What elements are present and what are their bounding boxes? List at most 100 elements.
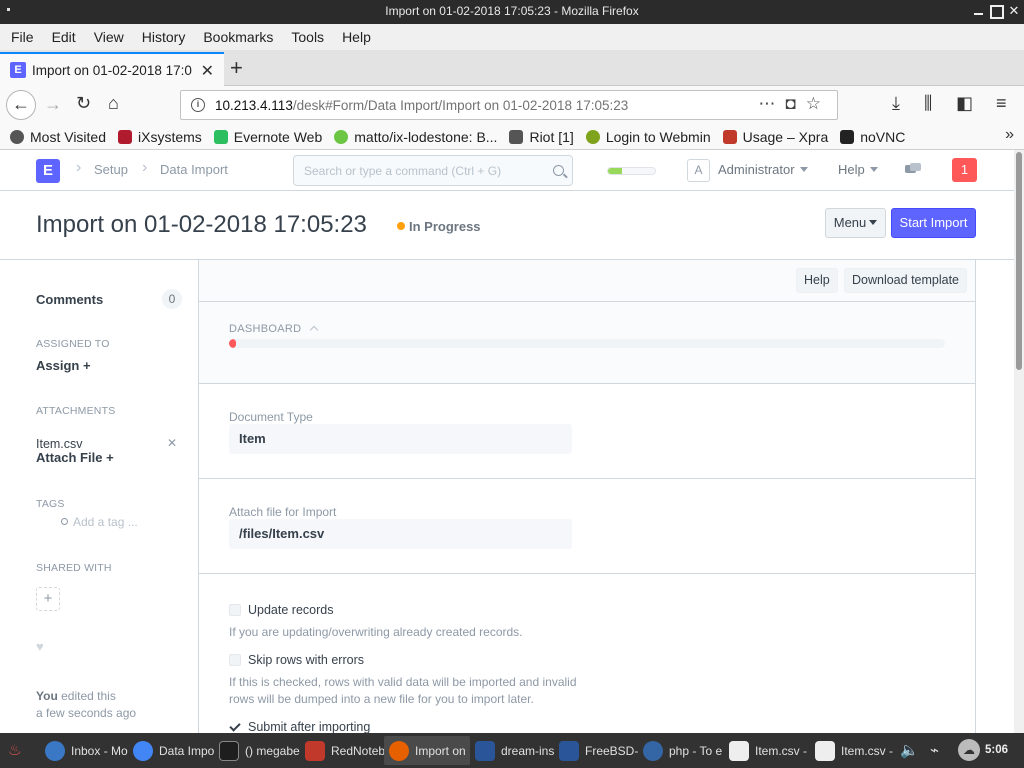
bookmark-most-visited[interactable]: Most Visited <box>10 129 106 145</box>
taskbar-item-php[interactable]: php - To e <box>638 736 724 765</box>
notification-badge[interactable]: 1 <box>952 158 977 182</box>
menu-view[interactable]: View <box>87 29 131 45</box>
start-menu-icon[interactable]: ♨ <box>8 733 21 768</box>
bookmark-github[interactable]: matto/ix-lodestone: B... <box>334 129 497 145</box>
edit-time: a few seconds ago <box>36 706 137 720</box>
minimize-icon[interactable] <box>972 4 986 18</box>
caret-down-icon <box>869 220 878 225</box>
add-share-button[interactable]: + <box>36 587 60 611</box>
help-dropdown[interactable]: Help <box>838 162 878 177</box>
tab-close-icon[interactable]: ✕ <box>201 61 214 81</box>
back-icon[interactable]: ← <box>6 90 36 120</box>
taskbar-item-document-1[interactable]: dream-ins <box>470 736 554 765</box>
remove-attachment-icon[interactable]: ✕ <box>167 436 177 450</box>
skip-rows-checkbox[interactable]: Skip rows with errors <box>229 653 364 667</box>
taskbar-item-chromium[interactable]: Data Impo <box>128 736 214 765</box>
taskbar-item-firefox[interactable]: Import on <box>384 736 470 765</box>
breadcrumb-setup[interactable]: Setup <box>94 162 128 177</box>
novnc-icon <box>840 129 855 144</box>
bookmark-novnc[interactable]: noVNC <box>840 129 905 145</box>
add-tag-input[interactable]: Add a tag ... <box>61 515 138 529</box>
breadcrumb-data-import[interactable]: Data Import <box>160 162 228 177</box>
taskbar-item-document-2[interactable]: FreeBSD-E <box>554 736 638 765</box>
bookmarks-overflow-icon[interactable]: » <box>1005 126 1014 144</box>
attach-file-button[interactable]: Attach File + <box>36 450 114 465</box>
menu-button[interactable]: Menu <box>825 208 886 238</box>
close-window-icon[interactable]: ✕ <box>1007 4 1021 18</box>
bookmark-xpra[interactable]: Usage – Xpra <box>722 129 828 145</box>
taskbar-item-rednotebook[interactable]: RedNoteb <box>300 736 384 765</box>
comments-link[interactable]: Comments <box>36 292 103 307</box>
taskbar-item-terminal[interactable]: () megabe <box>214 736 300 765</box>
heart-icon[interactable]: ♥ <box>36 639 44 654</box>
hamburger-menu-icon[interactable]: ≡ <box>996 93 1007 114</box>
search-icon <box>553 165 564 176</box>
window-titlebar: Import on 01-02-2018 17:05:23 - Mozilla … <box>0 0 1024 24</box>
downloads-icon[interactable]: ⤓ <box>892 93 900 114</box>
cloud-sync-icon[interactable]: ☁ <box>958 739 980 761</box>
page-actions-icon[interactable]: ⋯ <box>758 94 785 113</box>
bookmark-evernote[interactable]: Evernote Web <box>213 129 322 145</box>
reload-icon[interactable]: ↻ <box>76 93 91 114</box>
chat-icon[interactable] <box>905 163 921 177</box>
tab-strip: E Import on 01-02-2018 17:0 ✕ + <box>0 50 1024 86</box>
dashboard-toggle[interactable]: DASHBOARD <box>229 323 319 335</box>
edit-user: You <box>36 689 58 703</box>
app-logo[interactable]: E <box>36 159 60 183</box>
document-type-field[interactable]: Item <box>229 424 572 454</box>
home-icon[interactable]: ⌂ <box>108 93 119 114</box>
attachment-link[interactable]: Item.csv <box>36 437 83 451</box>
attach-file-field[interactable]: /files/Item.csv <box>229 519 572 549</box>
menu-bookmarks[interactable]: Bookmarks <box>196 29 280 45</box>
site-info-icon[interactable]: i <box>191 98 205 112</box>
bookmark-riot[interactable]: Riot [1] <box>509 129 574 145</box>
taskbar-item-item-csv-2[interactable]: Item.csv - <box>810 736 896 765</box>
update-records-checkbox[interactable]: Update records <box>229 603 333 617</box>
start-import-button[interactable]: Start Import <box>891 208 976 238</box>
user-dropdown[interactable]: Administrator <box>718 162 808 177</box>
taskbar-item-inbox[interactable]: Inbox - Mo <box>40 736 128 765</box>
url-bar[interactable]: i 10.213.4.113/desk#Form/Data Import/Imp… <box>180 90 838 120</box>
window-menu-icon[interactable] <box>7 8 10 11</box>
bookmark-webmin[interactable]: Login to Webmin <box>585 129 711 145</box>
pocket-icon[interactable]: ◘ <box>785 94 805 113</box>
download-template-button[interactable]: Download template <box>844 268 968 293</box>
volume-icon[interactable]: 🔈 <box>900 733 919 768</box>
network-icon[interactable]: ⌁ <box>930 733 939 768</box>
new-tab-icon[interactable]: + <box>230 55 243 81</box>
forward-icon[interactable]: → <box>44 94 62 115</box>
menu-edit[interactable]: Edit <box>45 29 83 45</box>
checkbox-icon <box>229 604 241 616</box>
chevron-up-icon <box>310 325 319 335</box>
avatar[interactable]: A <box>687 159 710 182</box>
menu-help[interactable]: Help <box>335 29 378 45</box>
menu-file[interactable]: File <box>4 29 41 45</box>
sidebar-toggle-icon[interactable]: ◧ <box>956 93 973 114</box>
last-edit-info: You edited this a few seconds ago <box>36 688 136 722</box>
chevron-right-icon: › <box>76 159 82 176</box>
help-button[interactable]: Help <box>796 268 838 293</box>
page-scrollbar[interactable] <box>1014 150 1024 733</box>
assign-button[interactable]: Assign + <box>36 358 91 373</box>
browser-tab[interactable]: E Import on 01-02-2018 17:0 ✕ <box>0 52 224 86</box>
document-icon <box>559 740 579 761</box>
window-title: Import on 01-02-2018 17:05:23 - Mozilla … <box>385 4 639 18</box>
page-title: Import on 01-02-2018 17:05:23 <box>36 211 367 238</box>
rednotebook-icon <box>305 740 325 761</box>
webmin-icon <box>585 129 600 144</box>
library-icon[interactable]: ⫼ <box>924 93 932 114</box>
chevron-right-icon: › <box>142 159 148 176</box>
maximize-icon[interactable] <box>989 4 1004 19</box>
awesome-bar-search[interactable]: Search or type a command (Ctrl + G) <box>293 155 573 186</box>
url-text[interactable]: 10.213.4.113/desk#Form/Data Import/Impor… <box>215 98 628 113</box>
menu-tools[interactable]: Tools <box>284 29 331 45</box>
menu-history[interactable]: History <box>135 29 193 45</box>
scrollbar-thumb[interactable] <box>1016 152 1022 370</box>
bookmark-ixsystems[interactable]: iXsystems <box>118 129 202 145</box>
navigation-toolbar: ← → ↻ ⌂ i 10.213.4.113/desk#Form/Data Im… <box>0 86 1024 124</box>
caret-down-icon <box>869 167 878 172</box>
assigned-to-label: ASSIGNED TO <box>36 338 110 350</box>
taskbar-item-item-csv-1[interactable]: Item.csv - <box>724 736 810 765</box>
submit-after-import-checkbox[interactable]: Submit after importing <box>229 720 370 733</box>
bookmark-star-icon[interactable]: ☆ <box>806 94 831 113</box>
